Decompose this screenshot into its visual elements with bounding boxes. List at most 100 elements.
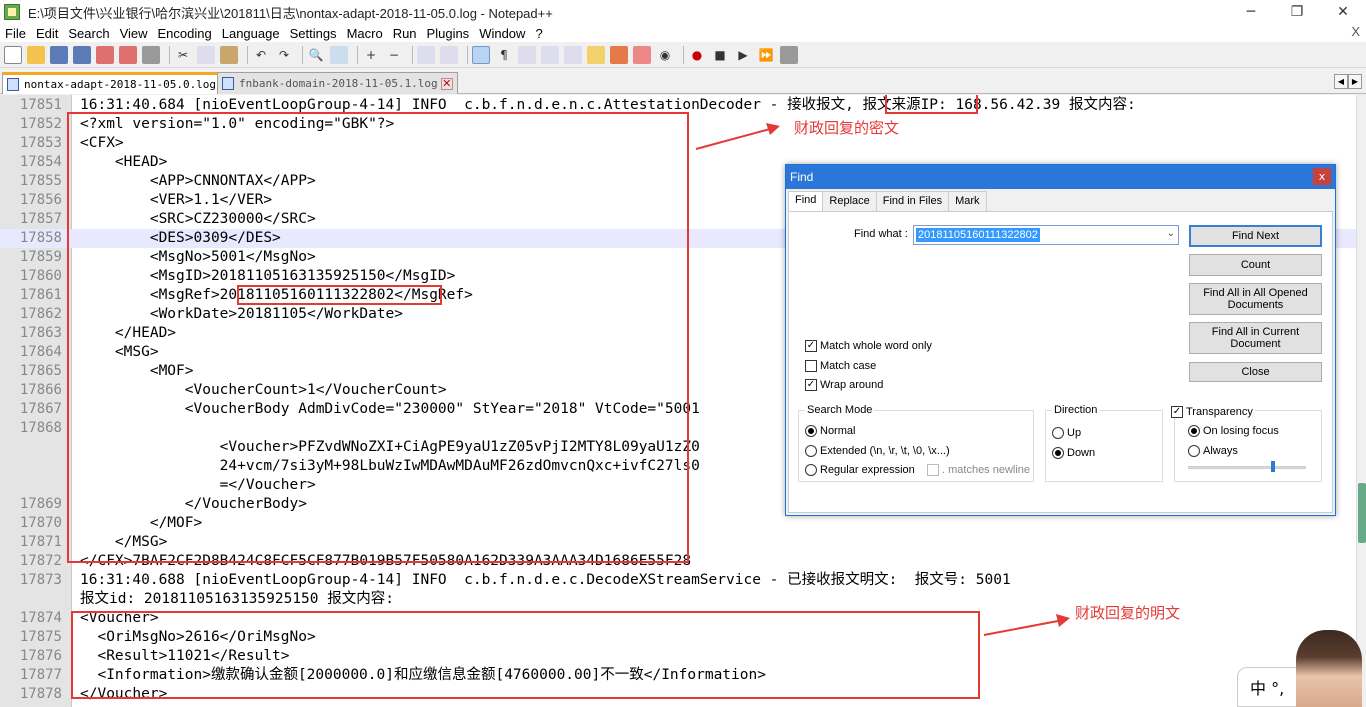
- scrollbar-thumb[interactable]: [1358, 483, 1366, 543]
- menu-window[interactable]: Window: [474, 26, 530, 41]
- tab-find[interactable]: Find: [788, 191, 824, 212]
- user-language-icon[interactable]: [541, 45, 559, 64]
- save-all-icon[interactable]: [73, 45, 91, 64]
- find-all-current-button[interactable]: Find All in Current Document: [1189, 322, 1322, 354]
- extended-mode-label: Extended (\n, \r, \t, \0, \x...): [820, 445, 950, 457]
- close-tab-icon[interactable]: ✕: [440, 77, 453, 90]
- copy-icon[interactable]: [197, 45, 215, 64]
- tab-mark[interactable]: Mark: [948, 191, 987, 211]
- dialog-close-icon[interactable]: x: [1313, 168, 1331, 185]
- word-wrap-icon[interactable]: [472, 45, 490, 64]
- tab-replace[interactable]: Replace: [822, 191, 877, 211]
- toolbar-separator: [169, 45, 170, 64]
- arrow-ciphertext-icon: [695, 123, 780, 150]
- find-what-value: 20181105160111322802: [916, 228, 1040, 242]
- on-losing-focus-radio[interactable]: On losing focus: [1188, 425, 1279, 437]
- menu-settings[interactable]: Settings: [285, 26, 342, 41]
- redo-icon[interactable]: ↷: [275, 46, 293, 64]
- tab-fnbank-domain[interactable]: fnbank-domain-2018-11-05.1.log ✕: [217, 72, 458, 94]
- paste-icon[interactable]: [220, 45, 238, 64]
- doc-map-icon[interactable]: [564, 45, 582, 64]
- record-macro-icon[interactable]: ●: [688, 46, 706, 64]
- menu-help[interactable]: ?: [530, 26, 547, 41]
- find-what-input[interactable]: 20181105160111322802 ⌄: [913, 225, 1179, 245]
- transparency-slider[interactable]: [1188, 466, 1306, 469]
- menu-macro[interactable]: Macro: [342, 26, 388, 41]
- extended-mode-radio[interactable]: Extended (\n, \r, \t, \0, \x...): [805, 445, 950, 457]
- close-button[interactable]: ✕: [1320, 0, 1366, 24]
- new-file-icon[interactable]: [4, 45, 22, 64]
- find-next-button[interactable]: Find Next: [1189, 225, 1322, 247]
- run-macro-multiple-icon[interactable]: ⏩: [757, 46, 775, 64]
- toolbar: ✂ ↶ ↷ 🔍 + − ¶ ◉ ● ■ ▶ ⏩: [0, 42, 1366, 68]
- menu-language[interactable]: Language: [217, 26, 285, 41]
- close-dialog-button[interactable]: Close: [1189, 362, 1322, 382]
- regex-mode-radio[interactable]: Regular expression: [805, 464, 915, 476]
- tab-scroll-left-icon[interactable]: ◀: [1334, 74, 1348, 89]
- search-mode-title: Search Mode: [805, 404, 875, 416]
- checkbox-empty-icon: [805, 360, 817, 372]
- menu-close-doc-icon[interactable]: X: [1351, 24, 1360, 39]
- line-number: 17852: [19, 116, 62, 132]
- open-file-icon[interactable]: [27, 45, 45, 64]
- direction-up-radio[interactable]: Up: [1052, 427, 1081, 439]
- tab-scroll-arrows: ◀ ▶: [1334, 74, 1362, 89]
- minimize-button[interactable]: ─: [1228, 0, 1274, 24]
- stop-macro-icon[interactable]: ■: [711, 46, 729, 64]
- transparency-slider-thumb[interactable]: [1270, 461, 1275, 472]
- tab-scroll-right-icon[interactable]: ▶: [1348, 74, 1362, 89]
- chevron-down-icon[interactable]: ⌄: [1167, 228, 1175, 239]
- sync-vertical-icon[interactable]: [417, 45, 435, 64]
- always-radio[interactable]: Always: [1188, 445, 1238, 457]
- menu-edit[interactable]: Edit: [31, 26, 63, 41]
- normal-mode-radio[interactable]: Normal: [805, 425, 855, 437]
- close-all-icon[interactable]: [119, 45, 137, 64]
- menu-run[interactable]: Run: [388, 26, 422, 41]
- zoom-out-icon[interactable]: −: [385, 46, 403, 64]
- tab-find-in-files[interactable]: Find in Files: [875, 191, 950, 211]
- function-list-icon[interactable]: [587, 45, 605, 64]
- direction-down-label: Down: [1067, 447, 1096, 459]
- sync-horizontal-icon[interactable]: [440, 45, 458, 64]
- cut-icon[interactable]: ✂: [174, 46, 192, 64]
- undo-icon[interactable]: ↶: [252, 46, 270, 64]
- menu-plugins[interactable]: Plugins: [422, 26, 475, 41]
- line-number: 17865: [19, 363, 62, 379]
- matches-newline-checkbox[interactable]: . matches newline: [927, 464, 1030, 476]
- print-icon[interactable]: [142, 45, 160, 64]
- play-macro-icon[interactable]: ▶: [734, 46, 752, 64]
- menu-file[interactable]: File: [0, 26, 31, 41]
- menu-view[interactable]: View: [115, 26, 153, 41]
- line-number: 17867: [19, 401, 62, 417]
- find-dialog: Find x Find Replace Find in Files Mark F…: [785, 164, 1336, 516]
- editor-line[interactable]: 17873 16:31:40.688 [nioEventLoopGroup-4-1…: [0, 571, 1356, 590]
- transparency-checkbox[interactable]: ✓ Transparency: [1169, 406, 1255, 418]
- match-case-checkbox[interactable]: Match case: [805, 360, 876, 372]
- match-whole-word-checkbox[interactable]: ✓ Match whole word only: [805, 340, 932, 352]
- save-icon[interactable]: [50, 45, 68, 64]
- find-all-opened-button[interactable]: Find All in All Opened Documents: [1189, 283, 1322, 315]
- replace-icon[interactable]: [330, 45, 348, 64]
- eye-icon[interactable]: ◉: [656, 46, 674, 64]
- radio-empty-icon: [805, 445, 817, 457]
- line-number: 17863: [19, 325, 62, 341]
- menu-search[interactable]: Search: [63, 26, 114, 41]
- find-icon[interactable]: 🔍: [307, 46, 325, 64]
- zoom-in-icon[interactable]: +: [362, 46, 380, 64]
- close-file-icon[interactable]: [96, 45, 114, 64]
- direction-down-radio[interactable]: Down: [1052, 447, 1095, 459]
- wrap-around-checkbox[interactable]: ✓ Wrap around: [805, 379, 883, 391]
- maximize-button[interactable]: ❐: [1274, 0, 1320, 24]
- save-macro-icon[interactable]: [780, 45, 798, 64]
- tab-nontax-adapt[interactable]: nontax-adapt-2018-11-05.0.log ✕: [2, 72, 237, 94]
- menu-encoding[interactable]: Encoding: [153, 26, 217, 41]
- show-all-characters-icon[interactable]: ¶: [495, 46, 513, 64]
- indent-guide-icon[interactable]: [518, 45, 536, 64]
- match-case-label: Match case: [820, 360, 877, 372]
- vertical-scrollbar[interactable]: [1356, 95, 1366, 707]
- folder-workspace-icon[interactable]: [610, 45, 628, 64]
- monitoring-icon[interactable]: [633, 45, 651, 64]
- line-number: 17878: [19, 686, 62, 702]
- line-number: 17869: [19, 496, 62, 512]
- count-button[interactable]: Count: [1189, 254, 1322, 276]
